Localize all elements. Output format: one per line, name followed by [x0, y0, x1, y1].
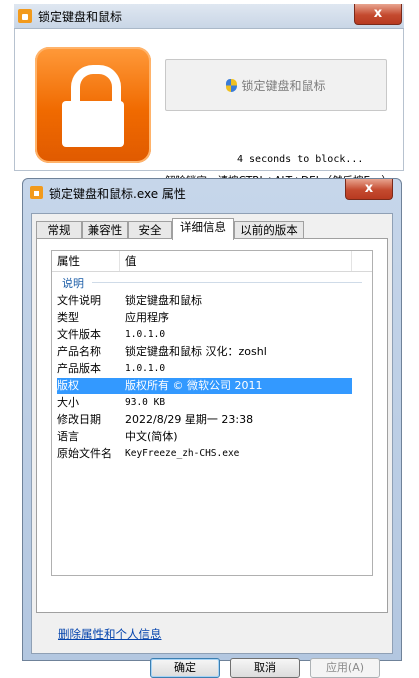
properties-close-button[interactable]: x [345, 179, 393, 200]
details-panel: 属性 值 说明 文件说明 锁定键盘和鼠标 类型 应用程序 文件版本 1.0.1.… [36, 238, 388, 613]
row-value: 版权所有 © 微软公司 2011 [125, 379, 263, 392]
properties-content: 常规 兼容性 安全 详细信息 以前的版本 属性 值 说明 文件说明 锁定键盘和鼠… [31, 213, 393, 678]
row-key: 修改日期 [57, 413, 101, 426]
table-row[interactable]: 产品版本 1.0.1.0 [57, 361, 352, 377]
table-row-selected[interactable]: 版权 版权所有 © 微软公司 2011 [57, 378, 352, 394]
tab-general[interactable]: 常规 [36, 221, 82, 239]
remove-properties-link[interactable]: 删除属性和个人信息 [58, 626, 162, 642]
group-description: 说明 [52, 273, 372, 291]
row-key: 类型 [57, 311, 79, 324]
tab-previous-versions[interactable]: 以前的版本 [234, 221, 304, 239]
row-key: 语言 [57, 430, 79, 443]
padlock-body [62, 101, 124, 147]
lock-window-titlebar: 锁定键盘和鼠标 [14, 4, 404, 29]
row-value: KeyFreeze_zh-CHS.exe [125, 448, 240, 459]
ok-button[interactable]: 确定 [150, 658, 220, 678]
row-key: 原始文件名 [57, 447, 112, 460]
countdown-text: 4 seconds to block... [237, 154, 364, 165]
row-value: 1.0.1.0 [125, 363, 166, 374]
row-value: 93.0 KB [125, 397, 166, 408]
lock-window: 锁定键盘和鼠标 x 锁定键盘和鼠标 4 seconds to block... … [14, 4, 404, 187]
padlock-icon [35, 47, 151, 163]
row-key: 大小 [57, 396, 79, 409]
row-value: 应用程序 [125, 311, 169, 324]
table-row[interactable]: 语言 中文(简体) [57, 429, 352, 445]
lock-button-label: 锁定键盘和鼠标 [241, 78, 326, 93]
row-value: 锁定键盘和鼠标 汉化：zoshl [125, 345, 267, 358]
lock-window-close-button[interactable]: x [354, 4, 402, 25]
row-key: 文件说明 [57, 294, 101, 307]
tab-security[interactable]: 安全 [128, 221, 172, 239]
row-key: 产品名称 [57, 345, 101, 358]
lock-window-title: 锁定键盘和鼠标 [38, 10, 123, 24]
table-row[interactable]: 原始文件名 KeyFreeze_zh-CHS.exe [57, 446, 352, 462]
group-label: 说明 [62, 277, 84, 290]
lock-keyboard-mouse-button[interactable]: 锁定键盘和鼠标 [165, 59, 387, 111]
table-row[interactable]: 产品名称 锁定键盘和鼠标 汉化：zoshl [57, 344, 352, 360]
properties-dialog: 锁定键盘和鼠标.exe 属性 x 常规 兼容性 安全 详细信息 以前的版本 属性… [22, 178, 402, 678]
lock-app-icon [18, 9, 32, 23]
tab-details[interactable]: 详细信息 [172, 218, 234, 240]
tab-compatibility[interactable]: 兼容性 [82, 221, 128, 239]
properties-title: 锁定键盘和鼠标.exe 属性 [49, 187, 186, 201]
table-row[interactable]: 大小 93.0 KB [57, 395, 352, 411]
row-key: 版权 [57, 379, 79, 392]
table-row[interactable]: 文件版本 1.0.1.0 [57, 327, 352, 343]
row-key: 产品版本 [57, 362, 101, 375]
details-list[interactable]: 属性 值 说明 文件说明 锁定键盘和鼠标 类型 应用程序 文件版本 1.0.1.… [51, 250, 373, 576]
row-value: 2022/8/29 星期一 23:38 [125, 413, 254, 426]
row-value: 锁定键盘和鼠标 [125, 294, 202, 307]
list-header: 属性 值 [52, 251, 372, 272]
row-value: 中文(简体) [125, 430, 178, 443]
uac-shield-icon [226, 78, 238, 92]
row-value: 1.0.1.0 [125, 329, 166, 340]
cancel-button[interactable]: 取消 [230, 658, 300, 678]
table-row[interactable]: 类型 应用程序 [57, 310, 352, 326]
table-row[interactable]: 修改日期 2022/8/29 星期一 23:38 [57, 412, 352, 428]
column-header-property[interactable]: 属性 [52, 251, 120, 271]
column-header-value[interactable]: 值 [120, 251, 352, 271]
lock-window-body: 锁定键盘和鼠标 4 seconds to block... 解除锁定，请按CTR… [14, 29, 404, 187]
row-key: 文件版本 [57, 328, 101, 341]
exe-file-icon [30, 186, 43, 199]
group-divider [92, 282, 362, 283]
apply-button[interactable]: 应用(A) [310, 658, 380, 678]
table-row[interactable]: 文件说明 锁定键盘和鼠标 [57, 293, 352, 309]
